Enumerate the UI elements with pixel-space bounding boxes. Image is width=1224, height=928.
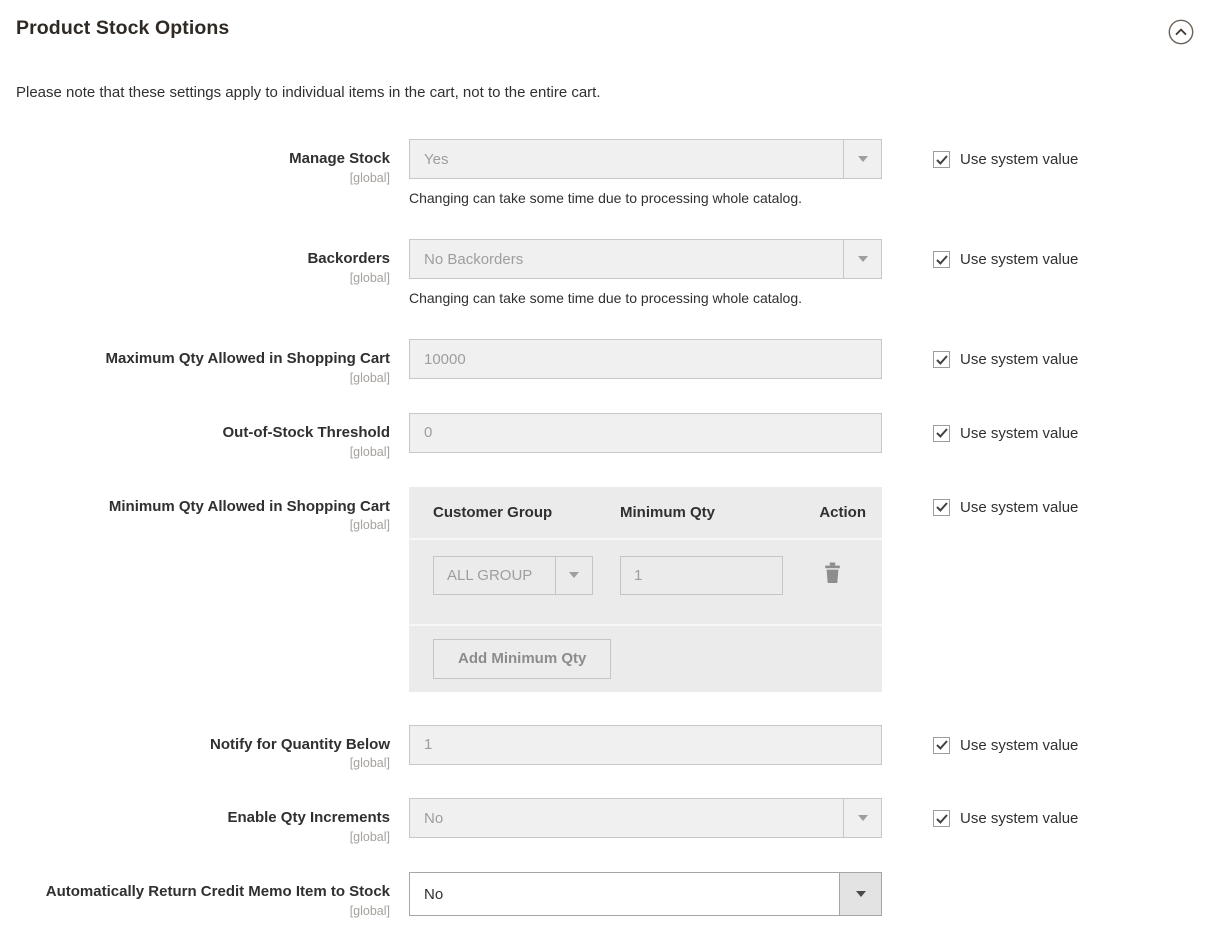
field-control: Customer Group Minimum Qty Action ALL GR… [409,487,882,692]
minimum-qty-table-header: Customer Group Minimum Qty Action [409,487,882,540]
use-system-value: Use system value [933,239,1078,268]
field-label-backorders: Backorders [global] [16,239,390,285]
scope-label: [global] [30,445,390,459]
use-system-value-label: Use system value [960,499,1078,516]
field-row-manage-stock: Manage Stock [global] Yes Changing can t… [16,139,1208,206]
scope-label: [global] [30,904,390,918]
qty-increments-select[interactable]: No [409,798,882,838]
use-system-value-checkbox[interactable] [933,151,950,168]
field-label-oos-threshold: Out-of-Stock Threshold [global] [16,413,390,459]
use-system-value-checkbox[interactable] [933,499,950,516]
field-label-notify-below: Notify for Quantity Below [global] [16,725,390,771]
use-system-value-label: Use system value [960,251,1078,268]
use-system-value-checkbox[interactable] [933,810,950,827]
use-system-value-label: Use system value [960,810,1078,827]
field-control [409,339,882,379]
trash-icon [823,572,842,587]
dropdown-arrow-icon [843,799,881,837]
use-system-value: Use system value [933,487,1078,516]
minimum-qty-table: Customer Group Minimum Qty Action ALL GR… [409,487,882,692]
customer-group-select[interactable]: ALL GROUPS [433,556,593,595]
field-control: No Backorders Changing can take some tim… [409,239,882,306]
chevron-up-circle-icon [1168,33,1194,48]
column-header-customer-group: Customer Group [433,504,620,521]
use-system-value-checkbox[interactable] [933,737,950,754]
field-label-min-qty: Minimum Qty Allowed in Shopping Cart [gl… [16,487,390,533]
dropdown-arrow-icon [843,140,881,178]
column-header-minimum-qty: Minimum Qty [620,504,806,521]
field-label-auto-return: Automatically Return Credit Memo Item to… [16,872,390,918]
field-label-qty-increments: Enable Qty Increments [global] [16,798,390,844]
use-system-value-checkbox[interactable] [933,351,950,368]
panel-note: Please note that these settings apply to… [16,84,1208,101]
use-system-value: Use system value [933,725,1078,754]
use-system-value-label: Use system value [960,737,1078,754]
field-label-max-qty: Maximum Qty Allowed in Shopping Cart [gl… [16,339,390,385]
field-control: Yes Changing can take some time due to p… [409,139,882,206]
scope-label: [global] [30,518,390,532]
field-row-min-qty: Minimum Qty Allowed in Shopping Cart [gl… [16,487,1208,692]
use-system-value: Use system value [933,139,1078,168]
use-system-value-label: Use system value [960,425,1078,442]
scope-label: [global] [30,830,390,844]
use-system-value: Use system value [933,339,1078,368]
dropdown-arrow-icon [839,873,881,915]
collapse-section-button[interactable] [1168,19,1194,45]
delete-row-button[interactable] [823,562,842,584]
use-system-value-checkbox[interactable] [933,425,950,442]
page-title: Product Stock Options [16,17,229,40]
use-system-value: Use system value [933,798,1078,827]
dropdown-arrow-icon [843,240,881,278]
field-row-notify-below: Notify for Quantity Below [global] Use s… [16,725,1208,771]
use-system-value-checkbox[interactable] [933,251,950,268]
scope-label: [global] [30,371,390,385]
add-minimum-qty-button[interactable]: Add Minimum Qty [433,639,611,679]
oos-threshold-input[interactable] [409,413,882,453]
backorders-select[interactable]: No Backorders [409,239,882,279]
manage-stock-select[interactable]: Yes [409,139,882,179]
field-row-auto-return: Automatically Return Credit Memo Item to… [16,872,1208,918]
field-row-backorders: Backorders [global] No Backorders Changi… [16,239,1208,306]
minimum-qty-table-footer: Add Minimum Qty [409,624,882,692]
field-note: Changing can take some time due to proce… [409,290,882,306]
dropdown-arrow-icon [555,557,592,594]
field-row-qty-increments: Enable Qty Increments [global] No Use sy… [16,798,1208,844]
field-label-manage-stock: Manage Stock [global] [16,139,390,185]
scope-label: [global] [30,171,390,185]
minimum-qty-table-row: ALL GROUPS [409,540,882,624]
field-row-oos-threshold: Out-of-Stock Threshold [global] Use syst… [16,413,1208,459]
minimum-qty-input[interactable] [620,556,783,595]
field-control: No [409,798,882,838]
auto-return-select[interactable]: No [409,872,882,916]
field-note: Changing can take some time due to proce… [409,190,882,206]
field-control: No [409,872,882,916]
panel-header: Product Stock Options [16,0,1208,45]
field-control [409,413,882,453]
use-system-value-label: Use system value [960,351,1078,368]
notify-below-input[interactable] [409,725,882,765]
column-header-action: Action [806,504,866,521]
use-system-value-label: Use system value [960,151,1078,168]
field-row-max-qty: Maximum Qty Allowed in Shopping Cart [gl… [16,339,1208,385]
scope-label: [global] [30,756,390,770]
product-stock-options-panel: Product Stock Options Please note that t… [0,0,1224,918]
scope-label: [global] [30,271,390,285]
max-qty-input[interactable] [409,339,882,379]
use-system-value: Use system value [933,413,1078,442]
field-control [409,725,882,765]
